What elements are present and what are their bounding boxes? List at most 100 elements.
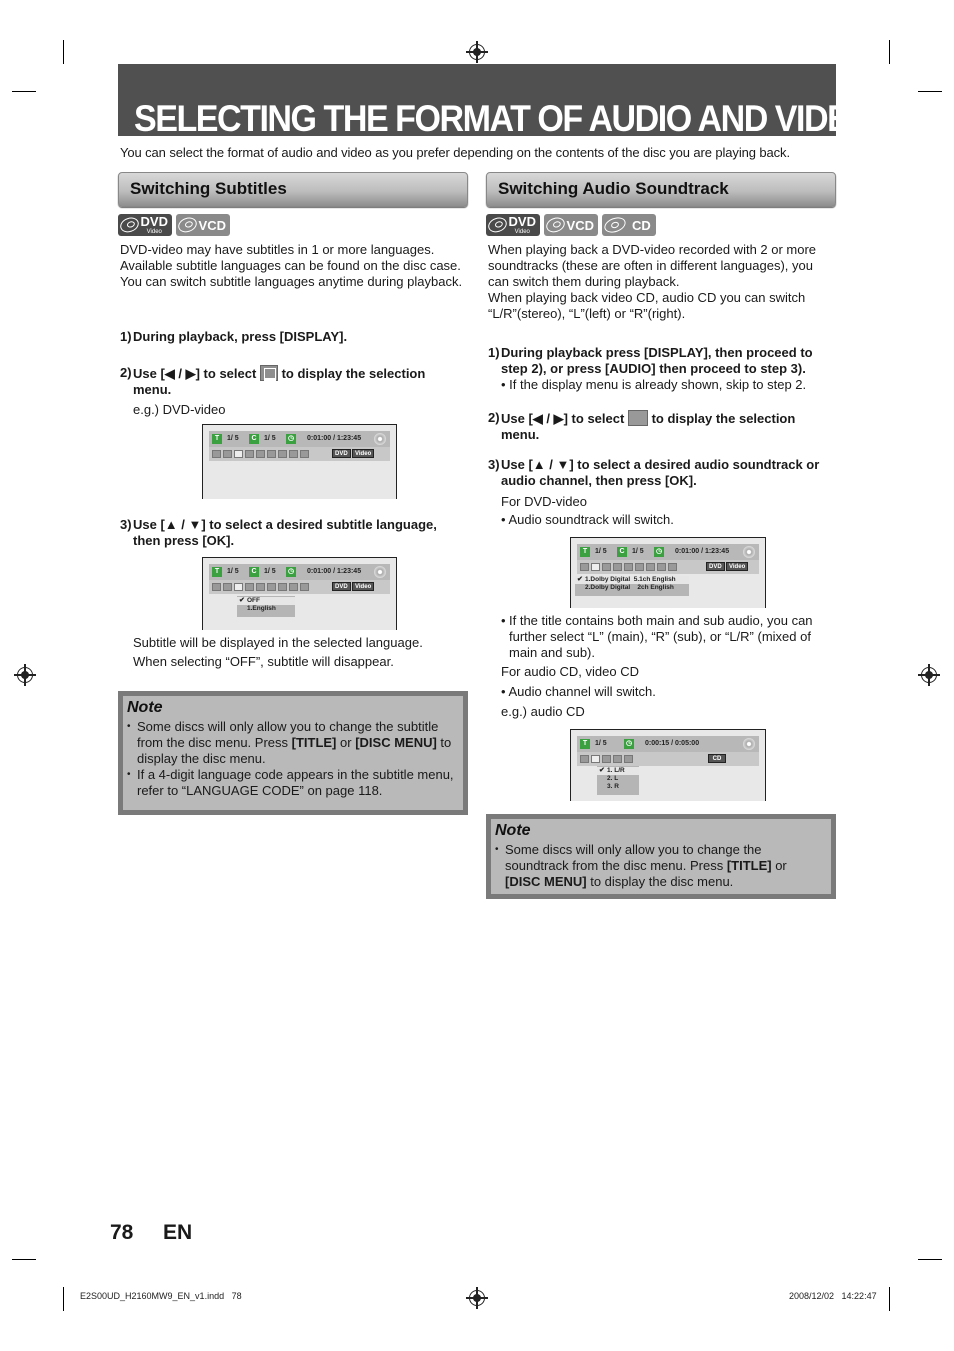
for-cd-label: For audio CD, video CD [501,664,639,679]
badge-label: DVD [140,214,168,229]
cd-tag: CD [708,754,726,763]
crop-mark [889,1287,890,1311]
audio-selection-menu: ✔ 1.Dolby Digital 5.1ch English 2.Dolby D… [575,576,689,596]
menu-option[interactable]: ✔ OFF [237,597,295,605]
marker-icon [635,563,644,571]
section-heading-text: Switching Subtitles [130,179,287,198]
dvd-video-disc-icon: DVD Video [118,214,172,236]
audio-step-3: 3) Use [▲ / ▼] to select a desired audio… [488,457,836,489]
for-dvd-label: For DVD-video [501,494,587,509]
title-banner: SELECTING THE FORMAT OF AUDIO AND VIDEO [118,64,875,139]
example-label: e.g.) DVD-video [133,402,226,417]
surround-icon [624,755,633,763]
audio-step-2: 2) Use [◀ / ▶] to select to display the … [488,410,836,443]
clock-icon: ◷ [286,567,296,577]
dvd-tag: DVD [332,582,351,591]
note-text: If a 4-digit language code appears in th… [137,767,454,798]
step-text: During playback, press [DISPLAY]. [133,329,348,344]
main-sub-bullet: • If the title contains both main and sub… [501,613,836,661]
registration-mark-icon [466,41,488,63]
time-readout: 0:01:00 / 1:23:45 [675,548,730,555]
surround-icon [300,450,309,458]
menu-option[interactable]: ✔ 1.Dolby Digital 5.1ch English [575,576,689,584]
badge-sublabel: Video [514,229,530,235]
menu-option[interactable]: ✔ 1. L/R [597,767,639,775]
marker-icon [613,755,622,763]
step-number: 3) [120,517,132,532]
disc-icon [374,566,386,578]
menu-option[interactable]: 2.Dolby Digital 2ch English [575,584,689,592]
subtitles-result-2: When selecting “OFF”, subtitle will disa… [133,654,394,669]
note-text: Some discs will only allow you to change… [505,842,762,873]
menu-option-label: 1. L/R [607,767,625,774]
repeat-icon [624,563,633,571]
cd-bullet: • Audio channel will switch. [501,684,656,699]
registration-mark-icon [466,1287,488,1309]
search-icon [289,583,298,591]
subtitle-selection-menu: ✔ OFF 1.English [237,596,295,617]
osd-screen-audio-menu: T 1/ 5 C 1/ 5 ◷ 0:01:00 / 1:23:45 DVD Vi… [570,537,766,608]
repeat-icon [602,755,611,763]
channel-selection-menu: ✔ 1. L/R 2. L 3. R [597,766,639,795]
print-timestamp: 2008/12/02 14:22:47 [789,1291,877,1301]
crop-mark [889,40,890,64]
crop-mark [12,91,36,92]
chapter-icon: C [617,547,627,557]
angle-icon [613,563,622,571]
osd-icon [580,563,589,571]
menu-option[interactable]: 3. R [597,783,639,791]
title-counter: 1/ 5 [227,435,239,442]
badge-label: VCD [566,217,594,233]
marker-icon [267,583,276,591]
menu-option-label: 3. R [607,783,619,790]
osd-screen-dvd: T 1/ 5 C 1/ 5 ◷ 0:01:00 / 1:23:45 DVD Vi… [202,424,397,499]
chapter-icon: C [249,434,259,444]
title-counter: 1/ 5 [227,568,239,575]
audio-icon [627,410,648,426]
dvd-tag: DVD [332,449,351,458]
dvd-video-disc-icon: DVD Video [486,214,540,236]
disc-icon [374,433,386,445]
page-number: 78 [110,1221,134,1244]
badge-sublabel: Video [146,229,162,235]
surround-icon [300,583,309,591]
menu-option-label: OFF [247,597,260,604]
crop-mark [12,1259,36,1260]
subtitle-icon [234,583,243,591]
surround-icon [668,563,677,571]
osd-icon [212,450,221,458]
step-text: Use [▲ / ▼] to select a desired audio so… [501,457,820,488]
nr-icon [278,583,287,591]
step-text: During playback press [DISPLAY], then pr… [501,345,813,376]
chapter-counter: 1/ 5 [264,435,276,442]
crop-mark [63,1287,64,1311]
section-heading-subtitles: Switching Subtitles [118,172,468,207]
repeat-icon [256,583,265,591]
dvd-bullet: • Audio soundtrack will switch. [501,512,674,527]
disc-badges: DVD Video VCD CD [486,214,656,236]
crop-mark [63,40,64,64]
osd-screen-subtitle-menu: T 1/ 5 C 1/ 5 ◷ 0:01:00 / 1:23:45 DVD Vi… [202,557,397,630]
menu-option-label: 1.English [247,605,276,612]
osd-icon-bar: DVD Video [577,560,759,574]
title-counter: 1/ 5 [595,548,607,555]
registration-mark-icon [14,664,36,686]
note-item: Some discs will only allow you to change… [127,719,457,767]
note-item: Some discs will only allow you to change… [495,842,825,890]
repeat-icon [256,450,265,458]
vcd-disc-icon: VCD [544,214,598,236]
nr-icon [646,563,655,571]
menu-option[interactable]: 2. L [597,775,639,783]
subtitles-step-2: 2) Use [◀ / ▶] to select to display the … [120,365,465,418]
video-tag: Video [726,562,749,571]
step-bullet: • If the display menu is already shown, … [501,377,807,392]
step-number: 1) [120,329,132,344]
video-tag: Video [352,449,375,458]
step-text: Use [◀ / ▶] to select [501,411,625,426]
audio-icon [223,583,232,591]
menu-option[interactable]: 1.English [237,605,295,613]
file-info: E2S00UD_H2160MW9_EN_v1.indd 78 [80,1291,242,1301]
note-heading: Note [495,822,531,839]
disc-menu-key: [DISC MENU] [505,874,587,889]
search-icon [289,450,298,458]
